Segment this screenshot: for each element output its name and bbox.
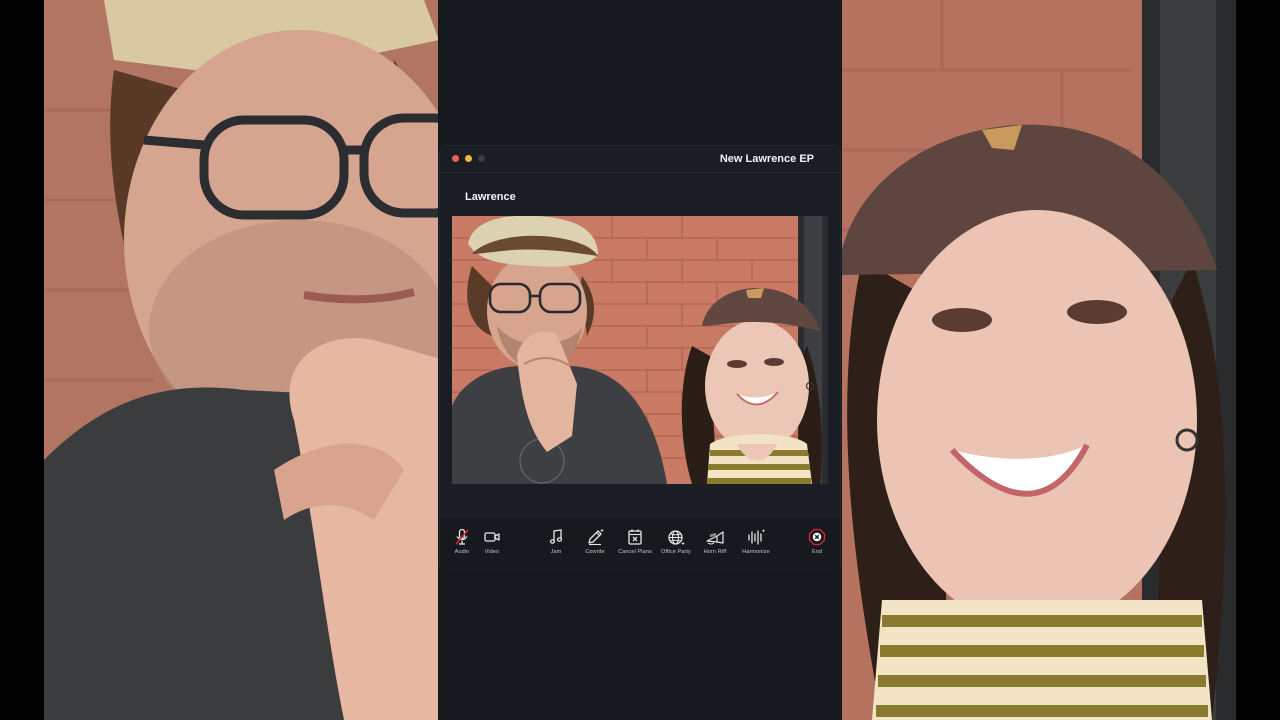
cowrite-label: Cowrite	[585, 549, 605, 555]
call-window: New Lawrence EP Lawrence Audio Video Jam…	[440, 146, 840, 573]
pencil-sparkle-icon	[588, 528, 604, 546]
trumpet-icon	[706, 531, 724, 545]
mic-muted-icon	[455, 528, 469, 545]
end-call-icon	[808, 528, 826, 546]
woman-closeup-illustration	[842, 0, 1236, 720]
man-closeup-illustration	[44, 0, 438, 720]
end-call-button[interactable]: End	[795, 527, 839, 567]
participant-name: Lawrence	[465, 191, 516, 203]
waveform-sparkle-icon	[748, 529, 766, 545]
calendar-x-icon	[628, 529, 642, 545]
window-titlebar[interactable]: New Lawrence EP	[440, 146, 840, 173]
video-button[interactable]: Video	[470, 527, 514, 567]
video-label: Video	[484, 549, 500, 555]
end-label: End	[811, 549, 823, 555]
horn-riff-button[interactable]: Horn Riff	[693, 527, 737, 567]
minimize-window-button[interactable]	[465, 155, 472, 162]
audio-label: Audio	[454, 549, 470, 555]
harmonize-label: Harmonize	[742, 549, 770, 555]
globe-sparkle-icon	[668, 530, 685, 546]
cowrite-button[interactable]: Cowrite	[573, 527, 617, 567]
music-note-icon	[549, 529, 563, 544]
office-party-button[interactable]: Office Party	[654, 527, 698, 567]
close-window-button[interactable]	[452, 155, 459, 162]
call-toolbar: Audio Video Jam Cowrite Cancel Plans Off…	[440, 516, 840, 573]
maximize-window-button[interactable]	[478, 155, 485, 162]
background-photo-right	[842, 0, 1236, 720]
jam-label: Jam	[550, 549, 562, 555]
office-party-label: Office Party	[661, 549, 691, 555]
cancel-plans-button[interactable]: Cancel Plans	[613, 527, 657, 567]
left-letterbox	[0, 0, 44, 720]
video-feed-illustration	[452, 216, 828, 484]
jam-button[interactable]: Jam	[534, 527, 578, 567]
video-feed[interactable]	[452, 216, 828, 484]
background-photo-left	[44, 0, 438, 720]
right-letterbox	[1236, 0, 1280, 720]
window-title: New Lawrence EP	[719, 153, 814, 165]
video-camera-icon	[484, 532, 500, 542]
cancel-plans-label: Cancel Plans	[618, 549, 652, 555]
horn-riff-label: Horn Riff	[703, 549, 727, 555]
harmonize-button[interactable]: Harmonize	[734, 527, 778, 567]
